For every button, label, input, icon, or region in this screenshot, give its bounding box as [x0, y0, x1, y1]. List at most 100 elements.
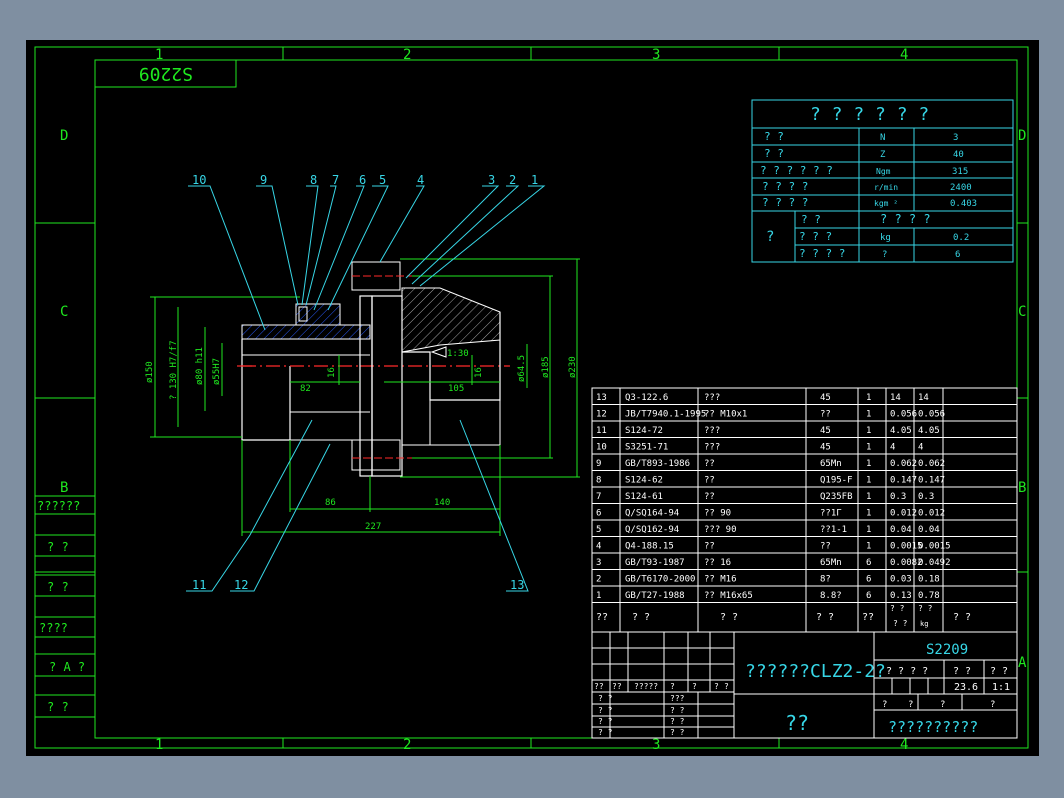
grid-row-c-left: C — [60, 304, 68, 320]
parts-cell: 0.03 — [890, 575, 912, 585]
callout-13: 13 — [510, 578, 524, 592]
parts-cell: ??1-1 — [820, 525, 847, 535]
parts-cell: 4.05 — [890, 426, 912, 436]
grid-row-b-right: B — [1018, 480, 1026, 496]
title-sheet-label-4: ? — [990, 700, 995, 710]
left-stamp-1: ?????? — [37, 499, 80, 513]
param-sub-row-3-name: ? ? ? ? — [799, 247, 845, 260]
parts-cell: 12 — [596, 410, 607, 420]
title-product-name: ??????CLZ2-2? — [745, 661, 886, 682]
title-sign-2: ?? — [612, 682, 622, 691]
title-sheet-label-2: ? — [908, 700, 913, 710]
callout-12: 12 — [234, 578, 248, 592]
grid-col-1-bottom: 1 — [155, 737, 163, 753]
grid-row-d-right: D — [1018, 128, 1026, 144]
parts-cell: 3 — [596, 558, 601, 568]
parts-cell: Q/SQ164-94 — [625, 509, 679, 519]
left-stamp-4: ???? — [39, 621, 68, 635]
parts-cell: ?? — [704, 476, 715, 486]
param-sub-row-3-unit: ? — [882, 250, 887, 260]
parts-cell: ??? — [704, 443, 720, 453]
parts-cell: S124-61 — [625, 492, 663, 502]
parts-cell: 0.056 — [890, 410, 917, 420]
dim-d64: ø64.5 — [517, 355, 527, 382]
title-drawing-code: S2209 — [926, 642, 968, 658]
parts-header-qty: ?? — [862, 612, 874, 623]
parts-cell: 6 — [866, 558, 871, 568]
param-row-2-name: ? ? — [764, 147, 784, 160]
grid-col-4-top: 4 — [900, 47, 908, 63]
parts-cell: ?? — [820, 542, 831, 552]
parts-cell: 1 — [866, 542, 871, 552]
parts-cell: 6 — [866, 591, 871, 601]
parts-cell: 11 — [596, 426, 607, 436]
parts-cell: 7 — [596, 492, 601, 502]
parts-cell: 0.04 — [918, 525, 940, 535]
parts-cell: S3251-71 — [625, 443, 668, 453]
grid-col-3-bottom: 3 — [652, 737, 660, 753]
left-stamp-5: ? A ? — [49, 660, 85, 674]
title-sign-row-3: ? ? — [598, 717, 613, 726]
parts-cell: 0.012 — [890, 509, 917, 519]
parts-cell: 1 — [866, 525, 871, 535]
parts-cell: ?? — [704, 492, 715, 502]
param-sub-row-3-value: 6 — [955, 250, 960, 260]
grid-row-a-right: A — [1018, 655, 1027, 671]
parts-cell: 1 — [866, 459, 871, 469]
dim-l86: 86 — [325, 498, 336, 508]
dim-l16a: 16 — [327, 367, 337, 378]
parts-cell: 0.3 — [918, 492, 934, 502]
parts-cell: GB/T6170-2000 — [625, 575, 695, 585]
title-company: ?? — [785, 711, 809, 735]
parts-cell: ?? — [820, 410, 831, 420]
parts-cell: 14 — [918, 393, 929, 403]
parts-cell: 65Mn — [820, 459, 842, 469]
title-sign-row-2: ? ? — [598, 706, 613, 715]
parts-cell: 8 — [596, 476, 601, 486]
parts-cell: ?? M10x1 — [704, 410, 747, 420]
parts-cell: 4 — [596, 542, 601, 552]
title-sign2-row-4: ? ? — [670, 728, 685, 737]
callout-11: 11 — [192, 578, 206, 592]
parts-cell: S124-62 — [625, 476, 663, 486]
parts-cell: 0.04 — [890, 525, 912, 535]
param-row-4-value: 2400 — [950, 183, 972, 193]
parts-cell: 1 — [866, 492, 871, 502]
title-sign-4: ? — [670, 682, 675, 691]
left-stamp-6: ? ? — [47, 700, 69, 714]
parts-cell: 10 — [596, 443, 607, 453]
parts-cell: 65Mn — [820, 558, 842, 568]
param-sub-header: ? ? ? ? — [880, 212, 931, 226]
title-label-weight: ? ? — [953, 666, 971, 677]
title-weight: 23.6 — [954, 682, 978, 693]
parts-cell: 6 — [866, 575, 871, 585]
parts-header-kg: kg — [920, 620, 928, 628]
grid-row-d-left: D — [60, 128, 68, 144]
parts-cell: ?? M16 — [704, 575, 737, 585]
parts-cell: 8.8? — [820, 591, 842, 601]
callout-6: 6 — [359, 173, 366, 187]
title-sign-3: ????? — [634, 682, 658, 691]
parts-cell: GB/T27-1988 — [625, 591, 685, 601]
parts-cell: 0.062 — [890, 459, 917, 469]
parts-cell: 0.147 — [918, 476, 945, 486]
title-sign-row-1: ? ? — [598, 694, 613, 703]
dim-d130: ? 130 H7/f7 — [169, 340, 179, 400]
param-sub-row-2-unit: kg — [880, 233, 891, 243]
grid-row-c-right: C — [1018, 304, 1026, 320]
param-row-1-name: ? ? — [764, 130, 784, 143]
parts-cell: ?? — [704, 542, 715, 552]
parts-cell: ?? 16 — [704, 558, 731, 568]
callout-7: 7 — [332, 173, 339, 187]
dim-d185: ø185 — [541, 356, 551, 378]
param-row-2-unit: Z — [880, 150, 886, 160]
parts-cell: 1 — [866, 476, 871, 486]
parts-cell: 0.13 — [890, 591, 912, 601]
title-sign-7: ? — [724, 682, 729, 691]
parts-cell: ?? M16x65 — [704, 591, 753, 601]
title-sign2-row-3: ? ? — [670, 717, 685, 726]
parts-cell: 4.05 — [918, 426, 940, 436]
param-row-2-value: 40 — [953, 150, 964, 160]
parts-cell: S124-72 — [625, 426, 663, 436]
left-stamp-3: ? ? — [47, 580, 69, 594]
